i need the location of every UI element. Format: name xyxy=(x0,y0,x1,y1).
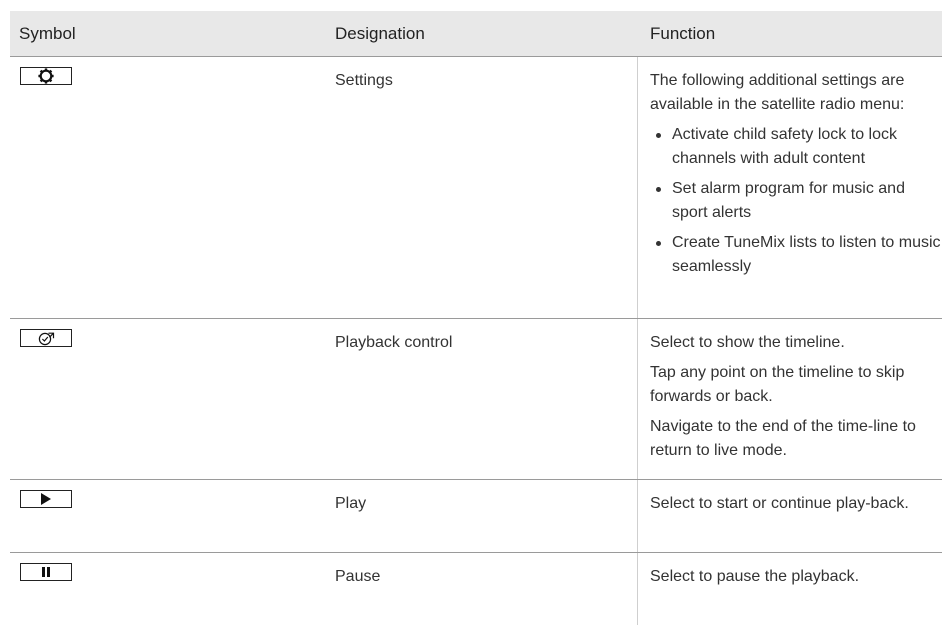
designation-playback-control: Playback control xyxy=(335,334,453,351)
function-line: Select to start or continue play-back. xyxy=(650,495,909,512)
function-playback-control: Select to show the timeline. Tap any poi… xyxy=(650,331,942,469)
settings-symbol xyxy=(20,67,72,85)
function-pause: Select to pause the playback. xyxy=(650,565,942,595)
play-icon xyxy=(20,490,72,508)
column-divider xyxy=(637,553,638,625)
pause-icon xyxy=(20,563,72,581)
symbol-table: Symbol Designation Function Settings The… xyxy=(10,11,942,625)
function-play: Select to start or continue play-back. xyxy=(650,492,942,522)
header-designation: Designation xyxy=(335,24,425,43)
function-line: Tap any point on the timeline to skip fo… xyxy=(650,364,905,405)
list-item: Create TuneMix lists to listen to music … xyxy=(650,231,942,279)
designation-settings: Settings xyxy=(335,72,393,89)
list-item: Set alarm program for music and sport al… xyxy=(650,177,942,225)
function-line: Select to pause the playback. xyxy=(650,568,860,585)
play-symbol xyxy=(20,490,72,508)
table-header: Symbol Designation Function xyxy=(10,11,942,57)
header-symbol: Symbol xyxy=(19,24,76,43)
designation-pause: Pause xyxy=(335,568,381,585)
column-divider xyxy=(637,480,638,552)
list-item: Activate child safety lock to lock chann… xyxy=(650,123,942,171)
column-divider xyxy=(637,319,638,479)
table-row-play: Play Select to start or continue play-ba… xyxy=(10,480,942,553)
header-function: Function xyxy=(650,24,716,43)
function-settings: The following additional settings are av… xyxy=(650,69,942,285)
function-line: Navigate to the end of the time-line to … xyxy=(650,418,916,459)
playback-control-icon xyxy=(20,329,72,347)
function-intro: The following additional settings are av… xyxy=(650,72,905,113)
table-row-settings: Settings The following additional settin… xyxy=(10,57,942,319)
table-row-playback-control: Playback control Select to show the time… xyxy=(10,319,942,480)
gear-icon xyxy=(20,67,72,85)
function-line: Select to show the timeline. xyxy=(650,334,845,351)
playback-control-symbol xyxy=(20,329,72,347)
settings-bullet-list: Activate child safety lock to lock chann… xyxy=(650,123,942,279)
designation-play: Play xyxy=(335,495,367,512)
table-row-pause: Pause Select to pause the playback. xyxy=(10,553,942,625)
pause-symbol xyxy=(20,563,72,581)
column-divider xyxy=(637,57,638,318)
